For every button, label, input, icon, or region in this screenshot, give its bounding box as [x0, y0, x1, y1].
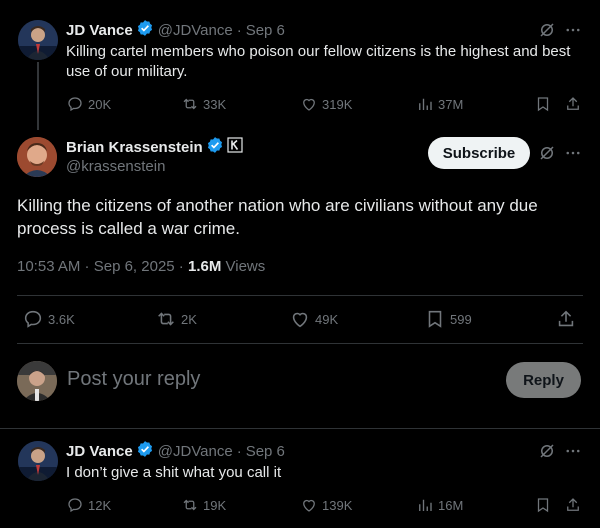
avatar-current-user-image — [17, 361, 57, 401]
verified-badge-icon — [136, 19, 154, 42]
author-handle[interactable]: @krassenstein — [66, 158, 165, 175]
share-icon — [567, 498, 579, 511]
views-count: 37M — [438, 96, 464, 112]
reply-count: 12K — [88, 497, 112, 513]
like-count: 139K — [322, 497, 353, 513]
divider — [17, 343, 583, 344]
author-name[interactable]: Brian Krassenstein — [66, 139, 203, 156]
avatar-brian-krassenstein[interactable] — [17, 137, 57, 177]
bookmark-icon — [428, 310, 442, 328]
author-name[interactable]: JD Vance — [66, 22, 133, 39]
avatar-jd-vance[interactable] — [18, 20, 58, 60]
avatar-current-user[interactable] — [17, 361, 57, 401]
verified-badge-icon — [136, 440, 154, 463]
bookmark-button[interactable] — [534, 495, 552, 515]
repost-button[interactable]: 2K — [155, 309, 197, 329]
separator: · — [236, 21, 242, 39]
separator: · — [80, 258, 94, 275]
tweet-time[interactable]: 10:53 AM — [17, 258, 80, 275]
avatar-jd-vance-image — [18, 20, 58, 60]
more-icon[interactable] — [563, 441, 583, 461]
reply-submit-button[interactable]: Reply — [506, 362, 581, 398]
bookmark-button[interactable] — [534, 94, 552, 114]
like-button[interactable]: 49K — [289, 309, 338, 329]
bookmark-button[interactable]: 599 — [424, 309, 472, 329]
tweet-date[interactable]: Sep 6, 2025 — [94, 258, 175, 275]
avatar-jd-vance-image — [18, 441, 58, 481]
separator: · — [174, 258, 188, 275]
grok-icon[interactable] — [537, 20, 557, 40]
views-count: 1.6M — [187, 258, 222, 275]
tweet-text: Killing the citizens of another nation w… — [17, 196, 538, 238]
repost-count: 33K — [203, 96, 227, 112]
share-button[interactable] — [555, 309, 577, 329]
grok-icon[interactable] — [537, 143, 557, 163]
views-icon — [419, 499, 432, 511]
share-button[interactable] — [564, 495, 582, 515]
like-icon — [292, 312, 308, 328]
divider — [17, 295, 583, 296]
share-icon — [558, 310, 574, 327]
reply-count: 3.6K — [48, 311, 75, 327]
reply-button[interactable]: 12K — [66, 495, 111, 515]
repost-button[interactable]: 19K — [181, 495, 226, 515]
author-name[interactable]: JD Vance — [66, 443, 133, 460]
repost-icon — [183, 499, 197, 511]
repost-button[interactable]: 33K — [181, 94, 226, 114]
like-count: 49K — [315, 311, 339, 327]
share-icon — [567, 97, 579, 110]
parent-actions: 20K 33K 319K 37M — [66, 94, 586, 114]
views-icon — [419, 98, 432, 110]
author-handle[interactable]: @JDVance — [158, 22, 233, 39]
verified-badge-icon — [206, 136, 224, 159]
author-handle[interactable]: @JDVance — [158, 443, 233, 460]
share-button[interactable] — [564, 94, 582, 114]
like-button[interactable]: 319K — [300, 94, 352, 114]
reply-icon — [68, 498, 82, 513]
grok-icon[interactable] — [537, 441, 557, 461]
repost-icon — [158, 312, 174, 326]
reply-icon — [24, 310, 42, 328]
tweet-meta: 10:53 AM · Sep 6, 2025 · 1.6M Views — [17, 258, 265, 275]
tweet-date[interactable]: Sep 6 — [246, 22, 285, 39]
repost-icon — [183, 98, 197, 110]
affiliate-k-icon[interactable] — [227, 136, 243, 158]
tweet-text: Killing cartel members who poison our fe… — [66, 43, 571, 80]
like-count: 319K — [322, 96, 353, 112]
like-button[interactable]: 139K — [300, 495, 352, 515]
main-actions: 3.6K 2K 49K 599 — [22, 309, 582, 331]
more-icon[interactable] — [563, 143, 583, 163]
thread-line — [37, 62, 39, 130]
bookmark-icon — [537, 97, 549, 112]
views-count: 16M — [438, 497, 464, 513]
repost-count: 2K — [181, 311, 197, 327]
more-icon[interactable] — [563, 20, 583, 40]
views-button[interactable]: 16M — [416, 495, 463, 515]
subscribe-button[interactable]: Subscribe — [428, 137, 530, 169]
tweet-text: I don’t give a shit what you call it — [66, 464, 282, 481]
reply-button[interactable]: 3.6K — [22, 309, 75, 329]
reply-icon — [68, 97, 82, 112]
reply-tweet-actions: 12K 19K 139K 16M — [66, 495, 586, 515]
separator: · — [236, 442, 242, 460]
like-icon — [303, 499, 315, 512]
like-icon — [303, 98, 315, 111]
reply-input[interactable]: Post your reply — [67, 368, 200, 391]
reply-count: 20K — [88, 96, 112, 112]
bookmark-icon — [537, 498, 549, 513]
views-label: Views — [225, 258, 266, 275]
divider — [0, 428, 600, 429]
repost-count: 19K — [203, 497, 227, 513]
bookmark-count: 599 — [450, 311, 472, 327]
tweet-date[interactable]: Sep 6 — [246, 443, 285, 460]
views-button[interactable]: 37M — [416, 94, 463, 114]
avatar-brian-image — [17, 137, 57, 177]
reply-button[interactable]: 20K — [66, 94, 111, 114]
avatar-jd-vance[interactable] — [18, 441, 58, 481]
